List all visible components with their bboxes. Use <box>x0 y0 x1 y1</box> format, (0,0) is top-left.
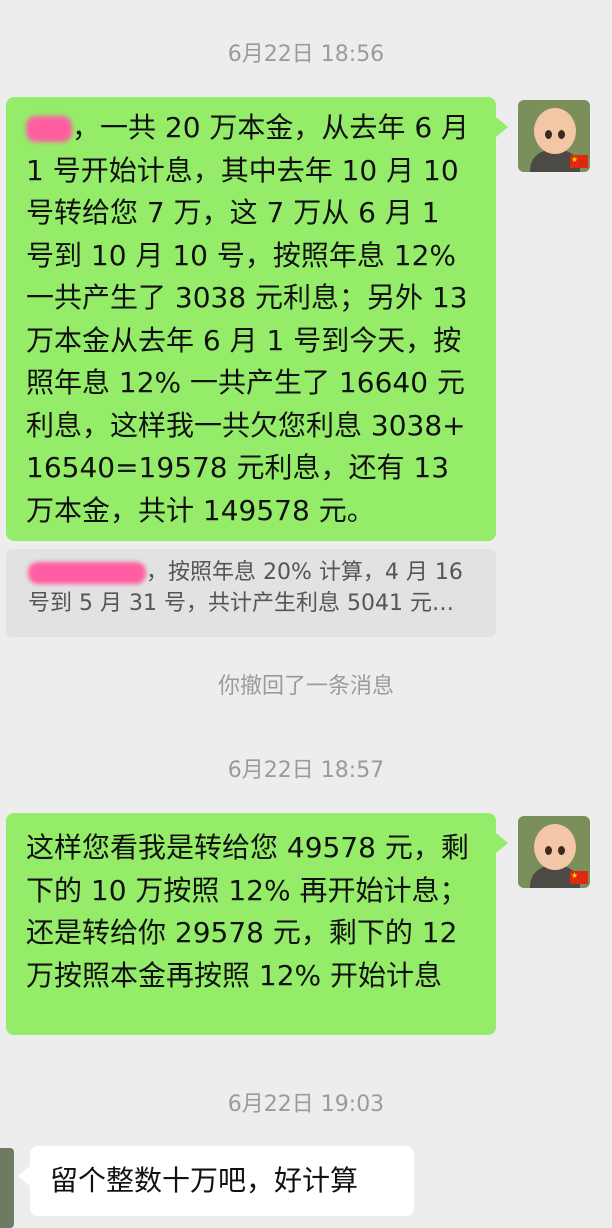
contact-avatar[interactable] <box>0 1148 14 1228</box>
chat-screen: { "chat": { "time1": "6月22日 18:56", "msg… <box>0 0 612 1228</box>
user-avatar[interactable]: ★ <box>518 816 590 888</box>
china-flag-icon: ★ <box>570 871 588 884</box>
incoming-message-bubble[interactable]: 留个整数十万吧，好计算 <box>18 1146 414 1216</box>
avatar-face <box>534 824 576 870</box>
timestamp: 6月22日 18:56 <box>227 42 385 67</box>
quote-line-2: 号到 5 月 31 号，共计产生利息 5041 元… <box>28 591 454 616</box>
redacted-name <box>26 116 72 142</box>
message-text: 留个整数十万吧，好计算 <box>50 1164 359 1197</box>
recall-notice: 你撤回了一条消息 <box>217 674 394 699</box>
outgoing-message-bubble[interactable]: ，一共 20 万本金，从去年 6 月 1 号开始计息，其中去年 10 月 10 … <box>6 97 508 541</box>
message-text: ，一共 20 万本金，从去年 6 月 1 号开始计息，其中去年 10 月 10 … <box>26 111 470 527</box>
redacted-quote-name <box>28 562 146 584</box>
avatar-face <box>534 108 576 154</box>
quote-line-1: 按照年息 20% 计算，4 月 16 <box>168 560 463 585</box>
china-flag-icon: ★ <box>570 155 588 168</box>
quoted-message[interactable]: ，按照年息 20% 计算，4 月 16 号到 5 月 31 号，共计产生利息 5… <box>6 549 496 637</box>
timestamp: 6月22日 18:57 <box>227 758 385 783</box>
message-text: 这样您看我是转给您 49578 元，剩下的 10 万按照 12% 再开始计息；还… <box>26 831 469 992</box>
user-avatar[interactable]: ★ <box>518 100 590 172</box>
timestamp: 6月22日 19:03 <box>227 1092 385 1117</box>
outgoing-message-bubble[interactable]: 这样您看我是转给您 49578 元，剩下的 10 万按照 12% 再开始计息；还… <box>6 813 508 1035</box>
